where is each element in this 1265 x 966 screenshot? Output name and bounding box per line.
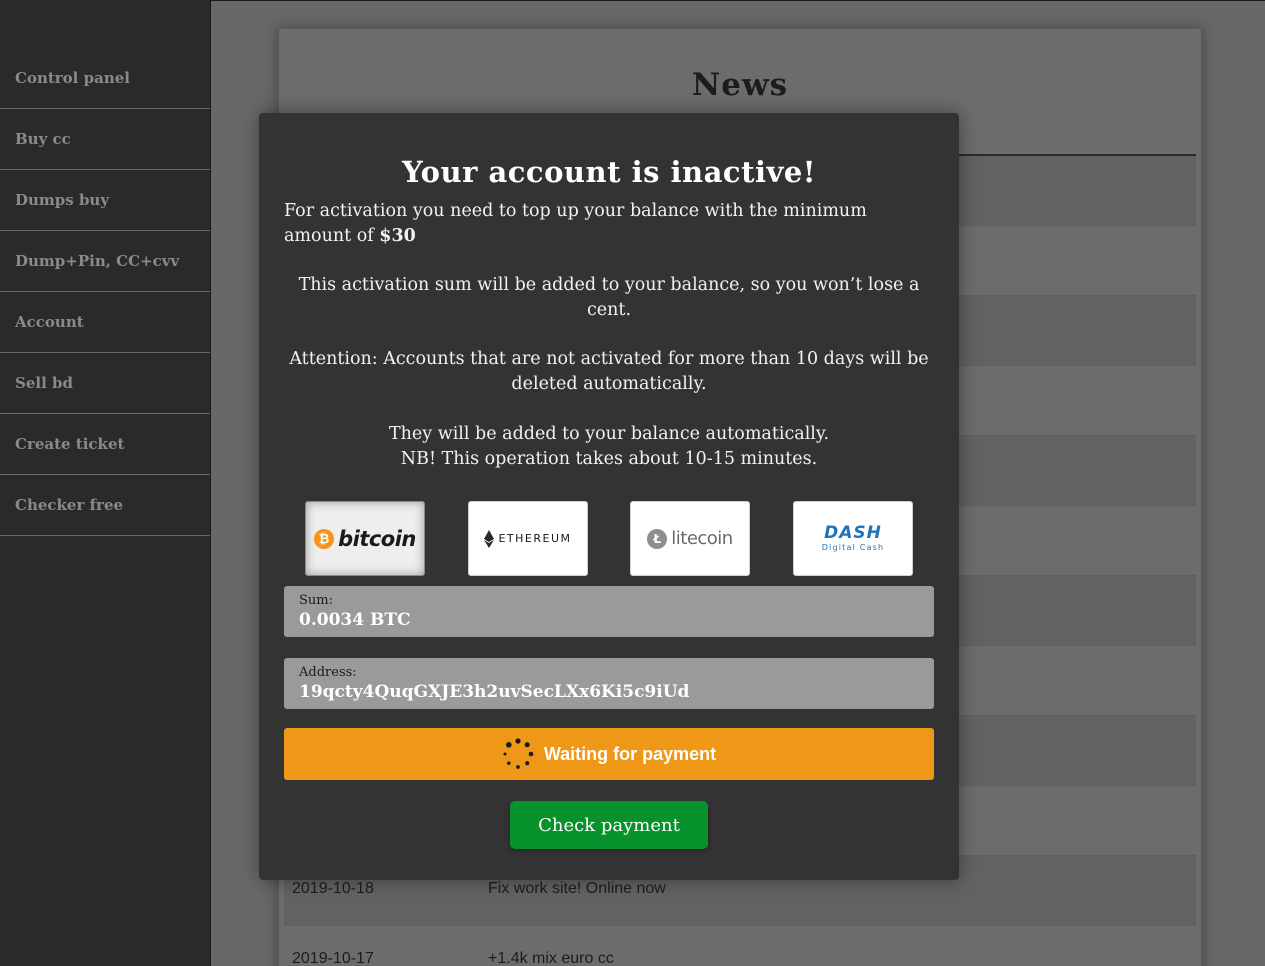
- activation-modal: Your account is inactive! For activation…: [259, 113, 959, 880]
- dash-logo: DASH Digital Cash: [822, 525, 885, 552]
- sidebar-item-account[interactable]: Account: [0, 292, 210, 353]
- bitcoin-logo: ₿ bitcoin: [314, 527, 416, 551]
- litecoin-logo: Ł litecoin: [647, 528, 733, 549]
- news-text: +1.4k mix euro cc: [488, 950, 614, 966]
- sidebar-item-label: Account: [15, 313, 84, 331]
- news-date: 2019-10-17: [292, 950, 374, 966]
- waiting-status-bar: Waiting for payment: [284, 728, 934, 780]
- ethereum-icon: [484, 529, 495, 548]
- sidebar-item-label: Sell bd: [15, 374, 73, 392]
- sidebar-item-label: Buy cc: [15, 130, 71, 148]
- sidebar-item-control-panel[interactable]: Control panel: [0, 48, 210, 109]
- sidebar: Control panel Buy cc Dumps buy Dump+Pin,…: [0, 0, 211, 966]
- sidebar-item-label: Control panel: [15, 69, 130, 87]
- sum-label: Sum:: [299, 593, 333, 608]
- modal-title: Your account is inactive!: [401, 155, 817, 189]
- sidebar-item-dump-pin[interactable]: Dump+Pin, CC+cvv: [0, 231, 210, 292]
- page-title: News: [691, 67, 789, 103]
- ethereum-logo: ETHEREUM: [484, 529, 572, 548]
- news-date: 2019-10-18: [292, 880, 374, 897]
- top-border: [211, 0, 1265, 1]
- litecoin-icon: Ł: [647, 528, 668, 549]
- activation-instructions-text: For activation you need to top up your b…: [284, 201, 867, 246]
- sidebar-item-label: Checker free: [15, 496, 124, 514]
- coin-option-dash[interactable]: DASH Digital Cash: [793, 501, 913, 576]
- address-label: Address:: [299, 665, 357, 680]
- coin-option-ethereum[interactable]: ETHEREUM: [468, 501, 588, 576]
- sidebar-item-dumps-buy[interactable]: Dumps buy: [0, 170, 210, 231]
- ethereum-wordmark: ETHEREUM: [498, 532, 572, 545]
- balance-note: This activation sum will be added to you…: [298, 275, 920, 320]
- minimum-amount: $30: [379, 226, 416, 246]
- processing-note: They will be added to your balance autom…: [284, 422, 934, 472]
- address-value[interactable]: 19qcty4QuqGXJE3h2uvSecLXx6Ki5c9iUd: [299, 682, 689, 702]
- coin-option-bitcoin[interactable]: ₿ bitcoin: [305, 501, 425, 576]
- sidebar-menu: Control panel Buy cc Dumps buy Dump+Pin,…: [0, 48, 210, 536]
- coin-option-litecoin[interactable]: Ł litecoin: [630, 501, 750, 576]
- sidebar-item-checker-free[interactable]: Checker free: [0, 475, 210, 536]
- bitcoin-wordmark: bitcoin: [338, 526, 416, 551]
- sidebar-item-label: Dumps buy: [15, 191, 110, 209]
- check-payment-button[interactable]: Check payment: [510, 801, 708, 849]
- bitcoin-icon: ₿: [314, 528, 335, 549]
- coin-selector: ₿ bitcoin ETHEREUM Ł litecoin DASH Digit: [305, 501, 913, 576]
- deletion-warning: Attention: Accounts that are not activat…: [289, 349, 929, 394]
- news-text: Fix work site! Online now: [488, 880, 666, 897]
- litecoin-wordmark: litecoin: [671, 528, 733, 549]
- table-row: 2019-10-17 +1.4k mix euro cc: [284, 926, 1196, 966]
- processing-note-line1: They will be added to your balance autom…: [388, 424, 830, 444]
- sum-value[interactable]: 0.0034 BTC: [299, 610, 411, 630]
- sidebar-item-create-ticket[interactable]: Create ticket: [0, 414, 210, 475]
- address-field[interactable]: Address: 19qcty4QuqGXJE3h2uvSecLXx6Ki5c9…: [284, 658, 934, 709]
- sidebar-item-buy-cc[interactable]: Buy cc: [0, 109, 210, 170]
- dash-wordmark: DASH: [824, 523, 882, 543]
- dash-tagline: Digital Cash: [821, 543, 885, 552]
- sidebar-item-label: Create ticket: [15, 435, 125, 453]
- sum-field[interactable]: Sum: 0.0034 BTC: [284, 586, 934, 637]
- waiting-label: Waiting for payment: [543, 743, 717, 764]
- activation-instructions: For activation you need to top up your b…: [284, 199, 934, 249]
- sidebar-item-label: Dump+Pin, CC+cvv: [15, 252, 180, 270]
- sidebar-item-sell-bd[interactable]: Sell bd: [0, 353, 210, 414]
- processing-note-line2: NB! This operation takes about 10-15 min…: [400, 449, 818, 469]
- loading-spinner-icon: [503, 738, 534, 769]
